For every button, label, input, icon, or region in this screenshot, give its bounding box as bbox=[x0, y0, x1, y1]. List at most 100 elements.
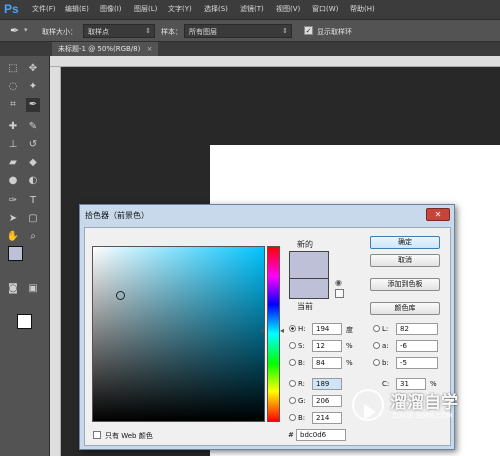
brightness-field[interactable]: 84 bbox=[312, 357, 342, 369]
a-channel-radio[interactable] bbox=[373, 342, 380, 349]
gamut-warning-icon[interactable]: ◉ bbox=[335, 278, 342, 287]
add-to-swatches-button[interactable]: 添加到色板 bbox=[370, 278, 440, 291]
hue-slider-right-arrow[interactable]: ◂ bbox=[280, 326, 284, 335]
hand-icon[interactable]: ✋ bbox=[6, 230, 20, 244]
menu-window[interactable]: 窗口(W) bbox=[312, 4, 338, 14]
show-ring-checkbox[interactable]: ✓ bbox=[304, 26, 313, 35]
web-colors-only-checkbox[interactable] bbox=[93, 431, 101, 439]
b-channel-radio[interactable] bbox=[373, 359, 380, 366]
document-tab-label: 未标题-1 @ 50%(RGB/8) bbox=[58, 45, 141, 53]
healing-brush-icon[interactable]: ✚ bbox=[6, 120, 20, 134]
b-channel-field[interactable]: -5 bbox=[396, 357, 438, 369]
background-color-swatch[interactable] bbox=[17, 314, 32, 329]
photoshop-logo: Ps bbox=[4, 2, 19, 16]
color-libraries-button[interactable]: 颜色库 bbox=[370, 302, 440, 315]
chevron-updown-icon: ⇕ bbox=[282, 27, 288, 35]
hue-slider-left-arrow[interactable]: ▸ bbox=[261, 326, 265, 335]
sample-value: 所有图层 bbox=[189, 28, 217, 36]
show-ring-label: 显示取样环 bbox=[317, 28, 352, 36]
watermark: 溜溜自学 ZIXUE.3D66.COM bbox=[352, 384, 500, 436]
zoom-icon[interactable]: ⌕ bbox=[26, 230, 40, 244]
hue-unit: 度 bbox=[346, 326, 353, 334]
close-icon[interactable]: ✕ bbox=[426, 208, 450, 221]
eyedropper-tool-icon[interactable]: ✒ bbox=[26, 98, 40, 112]
red-label: R: bbox=[298, 380, 306, 388]
chevron-updown-icon: ⇕ bbox=[145, 27, 151, 35]
current-color-preview[interactable] bbox=[289, 278, 329, 299]
pen-icon[interactable]: ✑ bbox=[6, 194, 20, 208]
document-tab[interactable]: 未标题-1 @ 50%(RGB/8) × bbox=[52, 42, 159, 56]
eyedropper-icon[interactable]: ✒ bbox=[10, 24, 19, 37]
brush-icon[interactable]: ✎ bbox=[26, 120, 40, 134]
eraser-icon[interactable]: ▰ bbox=[6, 156, 20, 170]
paint-bucket-icon[interactable]: ◆ bbox=[26, 156, 40, 170]
hue-field[interactable]: 194 bbox=[312, 323, 342, 335]
type-icon[interactable]: T bbox=[26, 194, 40, 208]
brightness-radio[interactable] bbox=[289, 359, 296, 366]
blue-radio[interactable] bbox=[289, 414, 296, 421]
green-field[interactable]: 206 bbox=[312, 395, 342, 407]
menu-filter[interactable]: 滤镜(T) bbox=[240, 4, 264, 14]
saturation-unit: % bbox=[346, 342, 353, 350]
web-safe-cube-icon[interactable] bbox=[335, 289, 344, 298]
menu-bar: Ps 文件(F) 编辑(E) 图像(I) 图层(L) 文字(Y) 选择(S) 滤… bbox=[0, 0, 500, 20]
shape-icon[interactable]: ▢ bbox=[26, 212, 40, 226]
menu-image[interactable]: 图像(I) bbox=[100, 4, 122, 14]
saturation-field[interactable]: 12 bbox=[312, 340, 342, 352]
menu-layer[interactable]: 图层(L) bbox=[134, 4, 157, 14]
hue-slider[interactable] bbox=[267, 246, 280, 422]
blur-icon[interactable]: ● bbox=[6, 174, 20, 188]
screen-mode-icon[interactable]: ▣ bbox=[26, 282, 40, 296]
history-brush-icon[interactable]: ↺ bbox=[26, 138, 40, 152]
menu-view[interactable]: 视图(V) bbox=[276, 4, 300, 14]
menu-file[interactable]: 文件(F) bbox=[32, 4, 56, 14]
document-tab-bar: 未标题-1 @ 50%(RGB/8) × bbox=[0, 42, 500, 56]
web-colors-only-label: 只有 Web 颜色 bbox=[105, 432, 153, 440]
cancel-button[interactable]: 取消 bbox=[370, 254, 440, 267]
close-icon[interactable]: × bbox=[147, 45, 153, 53]
color-field-marker[interactable] bbox=[116, 291, 125, 300]
foreground-color-swatch[interactable] bbox=[8, 246, 23, 261]
sample-size-value: 取样点 bbox=[88, 28, 109, 36]
watermark-play-logo bbox=[352, 389, 384, 421]
hue-radio[interactable] bbox=[289, 325, 296, 332]
red-field[interactable]: 189 bbox=[312, 378, 342, 390]
lasso-icon[interactable]: ◌ bbox=[6, 80, 20, 94]
clone-stamp-icon[interactable]: ⊥ bbox=[6, 138, 20, 152]
current-color-label: 当前 bbox=[297, 302, 313, 311]
move-icon[interactable]: ✥ bbox=[26, 62, 40, 76]
saturation-label: S: bbox=[298, 342, 305, 350]
dodge-icon[interactable]: ◐ bbox=[26, 174, 40, 188]
path-selection-icon[interactable]: ➤ bbox=[6, 212, 20, 226]
hue-label: H: bbox=[298, 325, 306, 333]
menu-help[interactable]: 帮助(H) bbox=[350, 4, 375, 14]
crop-icon[interactable]: ⌗ bbox=[6, 98, 20, 112]
blue-field[interactable]: 214 bbox=[312, 412, 342, 424]
sample-label: 样本： bbox=[161, 28, 182, 36]
chevron-down-icon[interactable]: ▾ bbox=[24, 26, 28, 34]
red-radio[interactable] bbox=[289, 380, 296, 387]
quick-mask-icon[interactable]: ◙ bbox=[6, 282, 20, 296]
b-channel-label: b: bbox=[382, 359, 389, 367]
menu-select[interactable]: 选择(S) bbox=[204, 4, 228, 14]
a-channel-field[interactable]: -6 bbox=[396, 340, 438, 352]
options-bar: ✒ ▾ 取样大小： 取样点 ⇕ 样本： 所有图层 ⇕ ✓ 显示取样环 bbox=[0, 20, 500, 42]
saturation-radio[interactable] bbox=[289, 342, 296, 349]
magic-wand-icon[interactable]: ✦ bbox=[26, 80, 40, 94]
lightness-field[interactable]: 82 bbox=[396, 323, 438, 335]
sample-select[interactable]: 所有图层 ⇕ bbox=[184, 24, 292, 38]
menu-type[interactable]: 文字(Y) bbox=[168, 4, 192, 14]
lightness-radio[interactable] bbox=[373, 325, 380, 332]
green-label: G: bbox=[298, 397, 306, 405]
hex-field[interactable]: bdc0d6 bbox=[296, 429, 346, 441]
dialog-title: 拾色器（前景色） bbox=[85, 211, 149, 220]
green-radio[interactable] bbox=[289, 397, 296, 404]
marquee-icon[interactable]: ⬚ bbox=[6, 62, 20, 76]
a-channel-label: a: bbox=[382, 342, 389, 350]
saturation-brightness-field[interactable] bbox=[92, 246, 265, 422]
sample-size-label: 取样大小： bbox=[42, 28, 77, 36]
ok-button[interactable]: 确定 bbox=[370, 236, 440, 249]
lightness-label: L: bbox=[382, 325, 389, 333]
sample-size-select[interactable]: 取样点 ⇕ bbox=[83, 24, 155, 38]
menu-edit[interactable]: 编辑(E) bbox=[65, 4, 89, 14]
